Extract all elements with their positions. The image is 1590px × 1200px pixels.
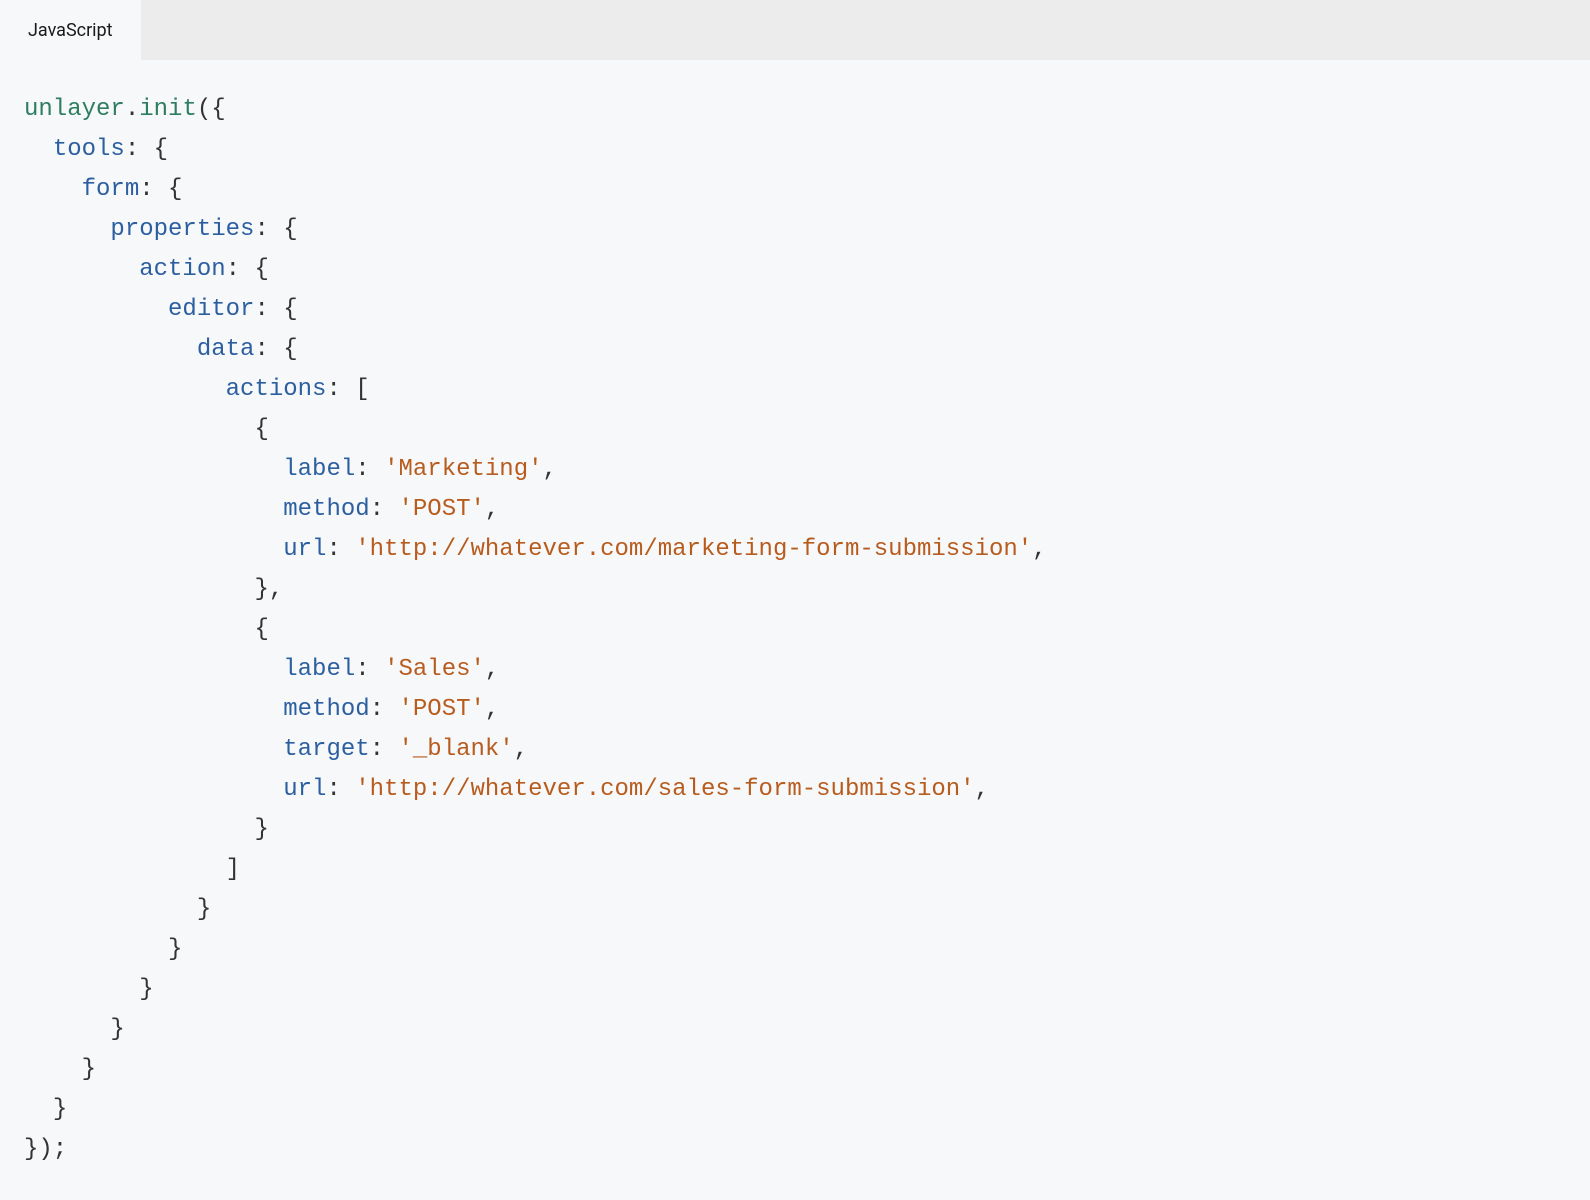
code-string: '_blank' xyxy=(398,736,513,763)
code-prop: label xyxy=(283,656,355,683)
code-punc: : { xyxy=(125,136,168,163)
code-punc: : xyxy=(355,656,384,683)
code-line: } xyxy=(24,816,269,843)
code-punc: : { xyxy=(254,336,297,363)
code-line: ] xyxy=(24,856,240,883)
code-prop: actions xyxy=(226,376,327,403)
code-prop: url xyxy=(283,536,326,563)
code-line: tools: { xyxy=(24,136,168,163)
code-punc: : xyxy=(370,696,399,723)
tab-label: JavaScript xyxy=(28,20,113,41)
code-prop: method xyxy=(283,696,369,723)
code-string: 'http://whatever.com/marketing-form-subm… xyxy=(355,536,1032,563)
code-punc: } xyxy=(53,1096,67,1123)
code-method: init xyxy=(139,96,197,123)
code-punc: ({ xyxy=(197,96,226,123)
code-punc: : xyxy=(370,496,399,523)
code-line: } xyxy=(24,936,182,963)
code-punc: : [ xyxy=(326,376,369,403)
code-punc: , xyxy=(485,496,499,523)
code-punc: : { xyxy=(139,176,182,203)
code-punc: : xyxy=(326,776,355,803)
code-line: method: 'POST', xyxy=(24,496,499,523)
code-line: } xyxy=(24,976,154,1003)
code-line: } xyxy=(24,1016,125,1043)
code-prop: target xyxy=(283,736,369,763)
tab-bar: JavaScript xyxy=(0,0,1590,60)
code-punc: : { xyxy=(254,216,297,243)
code-punc: } xyxy=(110,1016,124,1043)
code-line: { xyxy=(24,416,269,443)
code-punc: : { xyxy=(226,256,269,283)
code-line: }); xyxy=(24,1136,67,1163)
code-punc: : xyxy=(326,536,355,563)
code-line: data: { xyxy=(24,336,298,363)
code-prop: url xyxy=(283,776,326,803)
code-punc: : xyxy=(370,736,399,763)
code-line: url: 'http://whatever.com/marketing-form… xyxy=(24,536,1047,563)
code-punc: , xyxy=(543,456,557,483)
code-line: label: 'Marketing', xyxy=(24,456,557,483)
code-string: 'Marketing' xyxy=(384,456,542,483)
code-punc: } xyxy=(139,976,153,1003)
code-punc: }, xyxy=(254,576,283,603)
code-punc: } xyxy=(197,896,211,923)
code-prop: tools xyxy=(53,136,125,163)
code-string: 'POST' xyxy=(398,496,484,523)
code-line: target: '_blank', xyxy=(24,736,528,763)
code-prop: form xyxy=(82,176,140,203)
code-string: 'POST' xyxy=(398,696,484,723)
code-punc: } xyxy=(168,936,182,963)
tab-javascript[interactable]: JavaScript xyxy=(0,0,141,60)
code-line: } xyxy=(24,896,211,923)
code-line: } xyxy=(24,1056,96,1083)
code-block: unlayer.init({ tools: { form: { properti… xyxy=(0,60,1590,1200)
code-line: url: 'http://whatever.com/sales-form-sub… xyxy=(24,776,989,803)
code-prop: label xyxy=(283,456,355,483)
code-prop: data xyxy=(197,336,255,363)
code-punc: . xyxy=(125,96,139,123)
code-line: actions: [ xyxy=(24,376,370,403)
code-line: action: { xyxy=(24,256,269,283)
code-punc: { xyxy=(254,416,268,443)
code-line: }, xyxy=(24,576,283,603)
code-string: 'http://whatever.com/sales-form-submissi… xyxy=(355,776,974,803)
code-prop: properties xyxy=(110,216,254,243)
code-string: 'Sales' xyxy=(384,656,485,683)
code-punc: { xyxy=(254,616,268,643)
code-line: form: { xyxy=(24,176,182,203)
code-punc: , xyxy=(1032,536,1046,563)
code-line: unlayer.init({ xyxy=(24,96,226,123)
code-line: label: 'Sales', xyxy=(24,656,499,683)
code-punc: , xyxy=(485,696,499,723)
code-punc: } xyxy=(254,816,268,843)
code-prop: method xyxy=(283,496,369,523)
code-line: editor: { xyxy=(24,296,298,323)
code-punc: } xyxy=(82,1056,96,1083)
code-punc: , xyxy=(485,656,499,683)
code-prop: action xyxy=(139,256,225,283)
code-punc: , xyxy=(975,776,989,803)
code-punc: : { xyxy=(254,296,297,323)
code-prop: editor xyxy=(168,296,254,323)
code-line: method: 'POST', xyxy=(24,696,499,723)
code-punc: : xyxy=(355,456,384,483)
code-punc: }); xyxy=(24,1136,67,1163)
code-line: { xyxy=(24,616,269,643)
code-punc: ] xyxy=(226,856,240,883)
code-line: properties: { xyxy=(24,216,298,243)
code-line: } xyxy=(24,1096,67,1123)
code-punc: , xyxy=(514,736,528,763)
code-object: unlayer xyxy=(24,96,125,123)
